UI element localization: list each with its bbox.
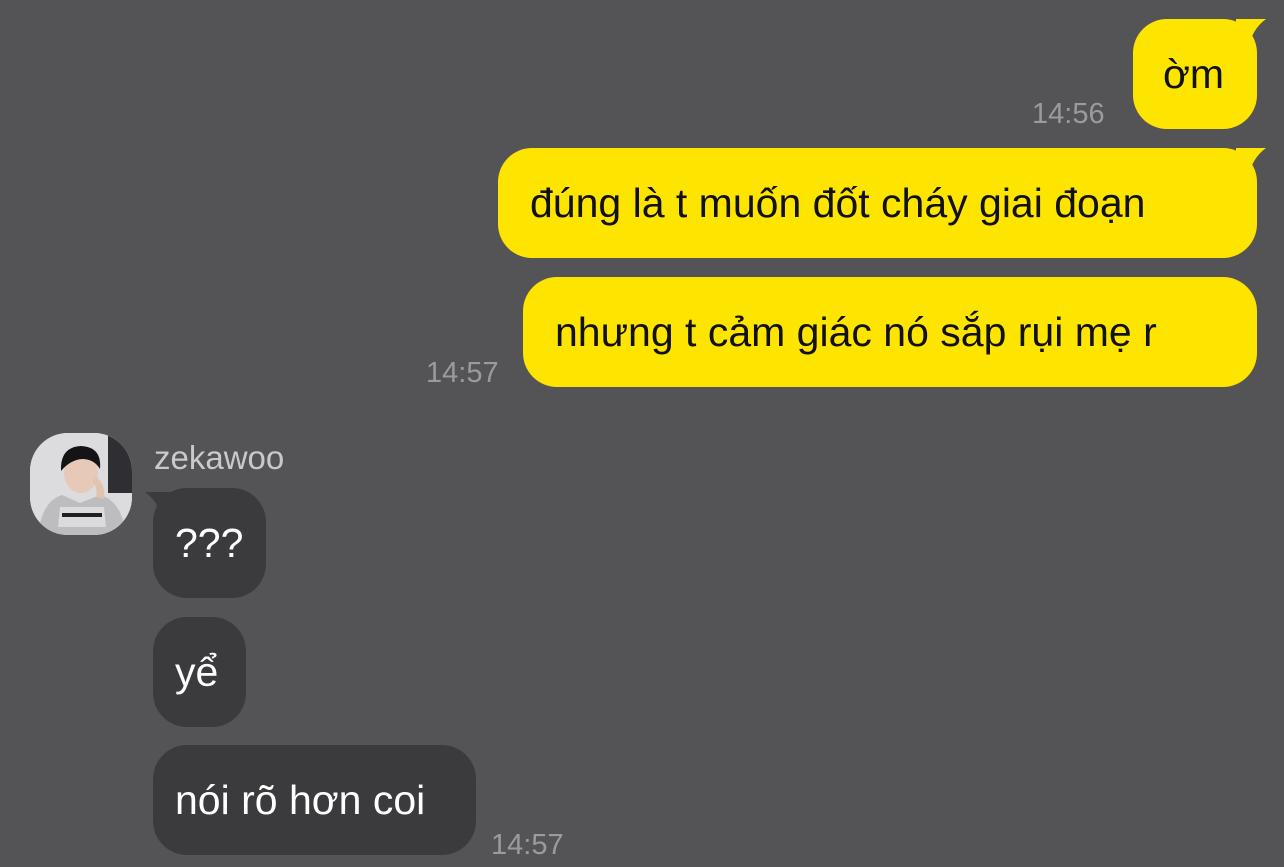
incoming-message[interactable]: yể [153, 617, 246, 727]
message-timestamp: 14:56 [1032, 98, 1105, 130]
message-timestamp: 14:57 [426, 357, 499, 389]
outgoing-message[interactable]: nhưng t cảm giác nó sắp rụi mẹ r [523, 277, 1257, 387]
message-text: nói rõ hơn coi [175, 776, 426, 823]
message-text: nhưng t cảm giác nó sắp rụi mẹ r [555, 308, 1157, 355]
message-text: ờm [1163, 50, 1225, 97]
message-text: ??? [175, 519, 244, 566]
incoming-message[interactable]: ??? [153, 488, 266, 598]
incoming-message[interactable]: nói rõ hơn coi [153, 745, 476, 855]
message-timestamp: 14:57 [491, 829, 564, 861]
sender-name: zekawoo [154, 439, 285, 476]
sender-avatar[interactable] [30, 433, 132, 535]
bubble-tail-right [1236, 148, 1266, 178]
bubble-tail-right [1236, 19, 1266, 49]
avatar-photo [30, 433, 132, 535]
message-text: đúng là t muốn đốt cháy giai đoạn [530, 179, 1146, 226]
outgoing-message[interactable]: đúng là t muốn đốt cháy giai đoạn [498, 148, 1257, 258]
message-text: yể [175, 648, 219, 695]
